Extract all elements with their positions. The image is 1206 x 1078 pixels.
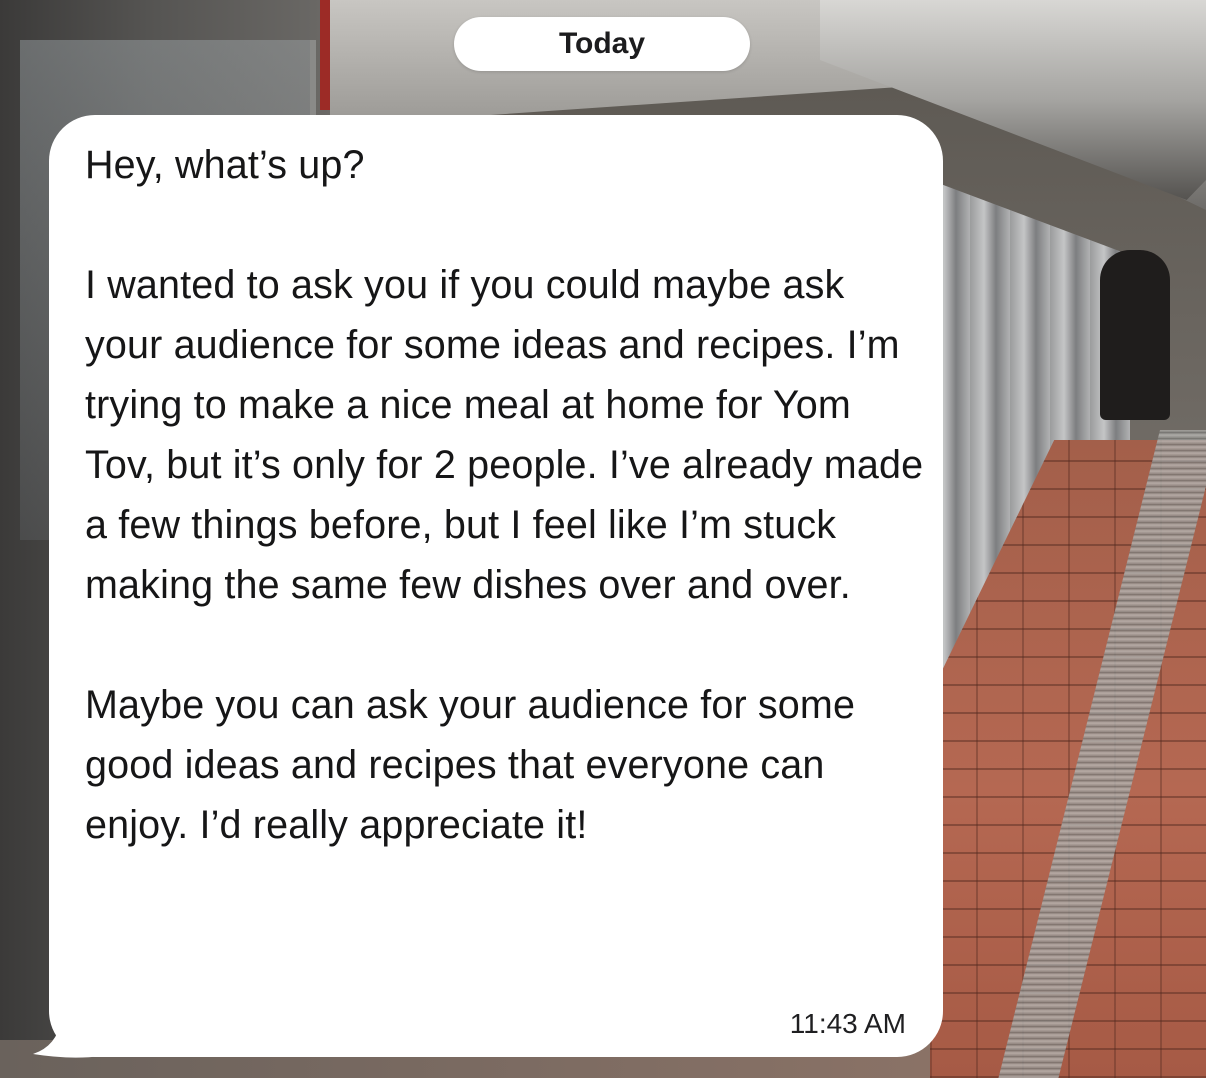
message-paragraph-1: Hey, what’s up? <box>85 143 365 187</box>
date-label: Today <box>558 27 646 60</box>
date-separator: Today <box>454 17 750 71</box>
background-person <box>1100 250 1170 420</box>
incoming-message-bubble[interactable]: Hey, what’s up? I wanted to ask you if y… <box>49 115 943 1057</box>
message-text: Hey, what’s up? I wanted to ask you if y… <box>85 135 925 855</box>
message-paragraph-3: Maybe you can ask your audience for some… <box>85 683 867 847</box>
message-timestamp: 11:43 AM <box>789 1008 906 1039</box>
message-paragraph-2: I wanted to ask you if you could maybe a… <box>85 263 935 607</box>
